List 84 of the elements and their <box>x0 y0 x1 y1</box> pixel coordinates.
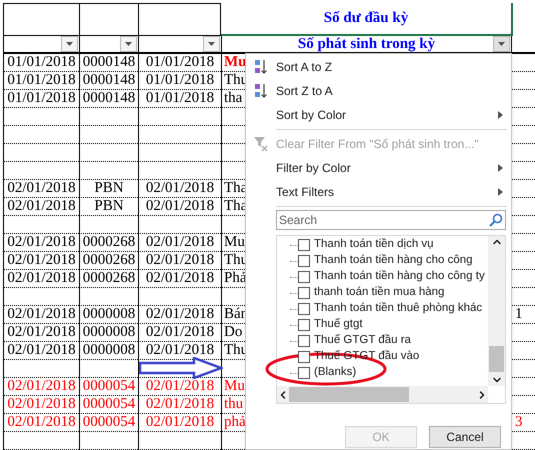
value-checkbox[interactable] <box>298 303 310 315</box>
voucher-cell: 0000148 <box>79 90 138 108</box>
menu-item[interactable]: Filter by Color <box>246 156 511 180</box>
voucher-cell: 0000054 <box>79 414 138 432</box>
date-cell: 02/01/2018 <box>138 396 221 414</box>
clear-filter-icon <box>253 136 269 152</box>
voucher-cell: 0000148 <box>79 72 138 90</box>
date-cell: 01/01/2018 <box>3 90 79 108</box>
date-cell: 02/01/2018 <box>3 306 79 324</box>
submenu-arrow-icon <box>498 164 503 172</box>
column-title: Số dư đầu kỳ <box>221 3 511 36</box>
value-checkbox[interactable] <box>298 351 310 363</box>
date-cell: 01/01/2018 <box>3 54 79 72</box>
column-header: Số phát sinh trong kỳ <box>298 36 436 52</box>
date-cell: 02/01/2018 <box>3 198 79 216</box>
date-cell: 02/01/2018 <box>3 324 79 342</box>
scroll-thumb[interactable] <box>489 346 504 372</box>
empty-cell <box>79 288 138 306</box>
date-cell: 02/01/2018 <box>138 270 221 288</box>
value-checkbox[interactable] <box>298 367 310 379</box>
empty-cell <box>79 162 138 180</box>
voucher-cell: PBN <box>79 198 138 216</box>
date-cell: 02/01/2018 <box>3 414 79 432</box>
date-cell: 02/01/2018 <box>138 198 221 216</box>
date-cell: 02/01/2018 <box>3 396 79 414</box>
empty-cell <box>79 144 138 162</box>
value-checkbox[interactable] <box>298 319 310 331</box>
value-checkbox[interactable] <box>298 239 310 251</box>
voucher-cell: 0000268 <box>79 270 138 288</box>
date-cell: 02/01/2018 <box>138 306 221 324</box>
date-cell: 01/01/2018 <box>138 54 221 72</box>
voucher-cell: 0000008 <box>79 324 138 342</box>
voucher-cell: 0000054 <box>79 378 138 396</box>
date-cell: 02/01/2018 <box>138 324 221 342</box>
date-cell: 01/01/2018 <box>138 72 221 90</box>
date-cell: 02/01/2018 <box>3 252 79 270</box>
date-cell: 02/01/2018 <box>3 234 79 252</box>
voucher-cell: 0000008 <box>79 306 138 324</box>
date-cell: 02/01/2018 <box>3 342 79 360</box>
sort-ascending-icon <box>254 59 268 75</box>
voucher-cell: 0000148 <box>79 54 138 72</box>
date-cell: 01/01/2018 <box>138 90 221 108</box>
filter-dropdown-button[interactable] <box>203 36 220 52</box>
scroll-thumb[interactable] <box>289 387 409 402</box>
value-label[interactable]: Thanh toán tiền dịch vụ <box>314 236 434 254</box>
date-cell: 02/01/2018 <box>3 378 79 396</box>
empty-cell <box>79 432 138 450</box>
empty-cell <box>79 108 138 126</box>
date-cell: 02/01/2018 <box>138 234 221 252</box>
date-cell: 02/01/2018 <box>138 252 221 270</box>
date-cell: 02/01/2018 <box>138 414 221 432</box>
horizontal-scrollbar[interactable] <box>277 386 488 403</box>
date-cell: 01/01/2018 <box>3 72 79 90</box>
empty-cell <box>79 360 138 378</box>
value-checkbox[interactable] <box>298 287 310 299</box>
voucher-cell: 0000268 <box>79 234 138 252</box>
value-label[interactable]: Thanh toán tiền hàng cho công <box>314 252 473 270</box>
dialog-button[interactable]: Cancel <box>429 426 501 448</box>
caret-icon <box>66 42 73 46</box>
caret-icon <box>125 42 132 46</box>
value-label[interactable]: Thanh toán tiền hàng cho công ty <box>314 268 485 286</box>
voucher-cell: PBN <box>79 180 138 198</box>
search-icon <box>489 213 503 227</box>
value-checkbox[interactable] <box>298 255 310 267</box>
filter-dropdown-button[interactable] <box>120 36 137 52</box>
empty-cell <box>79 216 138 234</box>
submenu-arrow-icon <box>498 188 503 196</box>
value-checkbox[interactable] <box>298 335 310 347</box>
empty-cell <box>79 126 138 144</box>
date-cell: 02/01/2018 <box>3 180 79 198</box>
voucher-cell: 0000268 <box>79 252 138 270</box>
sort-descending-icon <box>254 83 268 99</box>
voucher-cell: 0000008 <box>79 342 138 360</box>
filter-dropdown-button[interactable] <box>493 36 510 52</box>
voucher-cell: 0000054 <box>79 396 138 414</box>
filter-dropdown-button[interactable] <box>61 36 78 52</box>
value-checkbox[interactable] <box>298 271 310 283</box>
date-cell: 02/01/2018 <box>138 180 221 198</box>
vertical-scrollbar[interactable] <box>488 236 505 386</box>
caret-icon <box>498 42 505 46</box>
search-field[interactable]: Search <box>276 210 506 230</box>
date-cell: 02/01/2018 <box>3 270 79 288</box>
submenu-arrow-icon <box>498 111 503 119</box>
caret-icon <box>208 42 215 46</box>
